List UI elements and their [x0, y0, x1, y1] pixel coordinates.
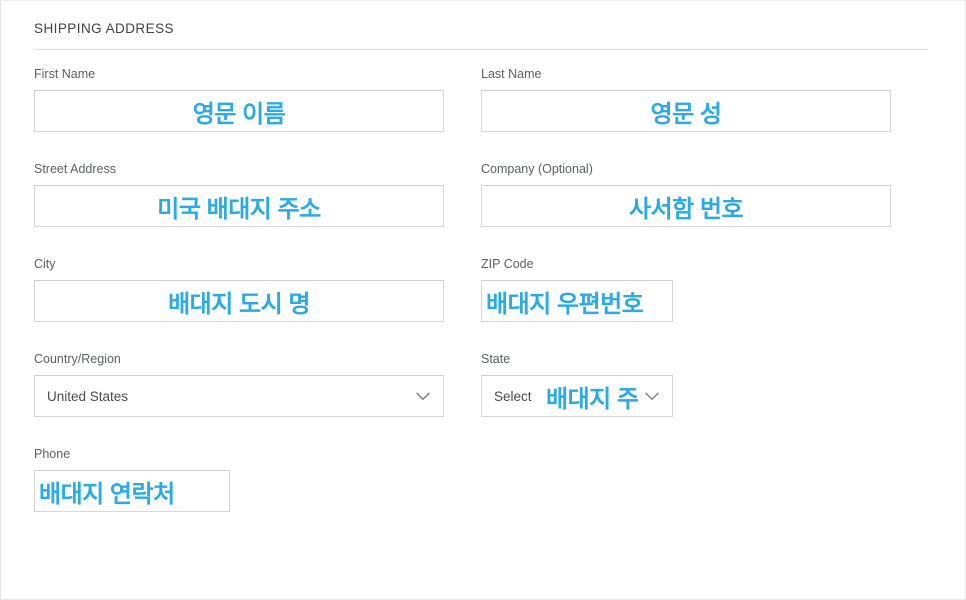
company-annotation: 사서함 번호	[628, 195, 744, 223]
last-name-annotation: 영문 성	[650, 100, 722, 128]
form-row-name: First Name 영문 이름 Last Name 영문 성	[34, 67, 928, 162]
phone-input[interactable]: 배대지 연락처	[34, 470, 230, 512]
field-street-address: Street Address 미국 배대지 주소	[34, 162, 444, 227]
form-row-city-zip: City 배대지 도시 명 ZIP Code 배대지 우편번호	[34, 257, 928, 352]
page-title: SHIPPING ADDRESS	[34, 21, 174, 36]
street-address-label: Street Address	[34, 162, 116, 176]
shipping-address-card: SHIPPING ADDRESS First Name 영문 이름 Last N…	[0, 0, 966, 600]
field-state: State Select 배대지 주	[481, 352, 673, 417]
state-label: State	[481, 352, 511, 366]
zip-code-input[interactable]: 배대지 우편번호	[481, 280, 673, 322]
phone-label: Phone	[34, 447, 71, 461]
chevron-down-icon[interactable]	[416, 376, 430, 416]
chevron-down-icon[interactable]	[645, 376, 659, 416]
last-name-label: Last Name	[481, 67, 542, 81]
first-name-label: First Name	[34, 67, 96, 81]
zip-code-annotation: 배대지 우편번호	[486, 290, 644, 318]
section-divider	[34, 49, 928, 50]
first-name-input[interactable]: 영문 이름	[34, 90, 444, 132]
field-country-region: Country/Region United States	[34, 352, 444, 417]
state-value: Select	[494, 388, 532, 404]
shipping-address-form: SHIPPING ADDRESS First Name 영문 이름 Last N…	[34, 1, 928, 542]
form-row-address: Street Address 미국 배대지 주소 Company (Option…	[34, 162, 928, 257]
company-input[interactable]: 사서함 번호	[481, 185, 891, 227]
state-select[interactable]: Select 배대지 주	[481, 375, 673, 417]
state-annotation: 배대지 주	[546, 385, 639, 413]
city-input[interactable]: 배대지 도시 명	[34, 280, 444, 322]
street-address-input[interactable]: 미국 배대지 주소	[34, 185, 444, 227]
country-region-value: United States	[47, 388, 129, 404]
last-name-input[interactable]: 영문 성	[481, 90, 891, 132]
field-last-name: Last Name 영문 성	[481, 67, 891, 132]
field-phone: Phone 배대지 연락처	[34, 447, 230, 512]
form-row-country-state: Country/Region United States State Selec…	[34, 352, 928, 447]
country-region-label: Country/Region	[34, 352, 121, 366]
phone-annotation: 배대지 연락처	[39, 480, 175, 508]
first-name-annotation: 영문 이름	[192, 100, 286, 128]
form-row-phone: Phone 배대지 연락처	[34, 447, 928, 542]
city-annotation: 배대지 도시 명	[168, 290, 310, 318]
country-region-select[interactable]: United States	[34, 375, 444, 417]
field-company: Company (Optional) 사서함 번호	[481, 162, 891, 227]
field-zip-code: ZIP Code 배대지 우편번호	[481, 257, 673, 322]
street-address-annotation: 미국 배대지 주소	[157, 195, 321, 223]
company-label: Company (Optional)	[481, 162, 593, 176]
field-city: City 배대지 도시 명	[34, 257, 444, 322]
zip-code-label: ZIP Code	[481, 257, 534, 271]
city-label: City	[34, 257, 56, 271]
field-first-name: First Name 영문 이름	[34, 67, 444, 132]
